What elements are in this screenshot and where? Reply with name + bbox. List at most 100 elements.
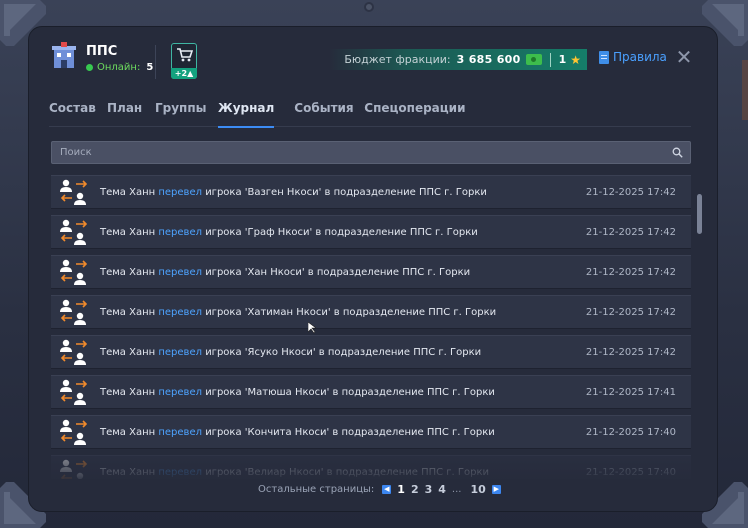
journal-details: игрока 'Вазген Нкоси' в подразделение ПП… bbox=[205, 187, 487, 198]
journal-message: Тема Ханн перевел игрока 'Матюша Нкоси' … bbox=[100, 387, 495, 398]
online-count: 5 bbox=[146, 62, 154, 73]
transfer-users-icon bbox=[59, 258, 89, 288]
journal-action: перевел bbox=[158, 227, 202, 238]
faction-level: 1 bbox=[558, 53, 567, 66]
journal-details: игрока 'Кончита Нкоси' в подразделение П… bbox=[205, 427, 495, 438]
tab-journal[interactable]: Журнал bbox=[218, 99, 275, 128]
journal-message: Тема Ханн перевел игрока 'Граф Нкоси' в … bbox=[100, 227, 478, 238]
page-4[interactable]: 4 bbox=[438, 483, 446, 496]
journal-message: Тема Ханн перевел игрока 'Ясуко Нкоси' в… bbox=[100, 347, 481, 358]
journal-actor: Тема Ханн bbox=[100, 307, 156, 318]
journal-message: Тема Ханн перевел игрока 'Вазген Нкоси' … bbox=[100, 187, 487, 198]
journal-actor: Тема Ханн bbox=[100, 467, 156, 478]
shop-badge-count: +2 bbox=[174, 69, 188, 78]
shop-badge: +2▲ bbox=[171, 68, 197, 79]
journal-timestamp: 21-12-2025 17:42 bbox=[585, 267, 676, 278]
document-icon bbox=[599, 50, 609, 64]
transfer-users-icon bbox=[59, 298, 89, 328]
prev-page-icon[interactable]: ◀ bbox=[382, 485, 392, 494]
online-dot-icon bbox=[86, 64, 93, 71]
journal-timestamp: 21-12-2025 17:42 bbox=[585, 187, 676, 198]
journal-actor: Тема Ханн bbox=[100, 427, 156, 438]
journal-row: Тема Ханн перевел игрока 'Хан Нкоси' в п… bbox=[51, 255, 691, 289]
money-icon bbox=[525, 54, 542, 65]
journal-details: игрока 'Хан Нкоси' в подразделение ППС г… bbox=[205, 267, 471, 278]
budget-value: 3 685 600 bbox=[456, 53, 521, 66]
transfer-users-icon bbox=[59, 378, 89, 408]
cart-icon bbox=[177, 48, 193, 62]
page-3[interactable]: 3 bbox=[425, 483, 433, 496]
close-button[interactable]: ✕ bbox=[675, 47, 693, 67]
tab-groups[interactable]: Группы bbox=[155, 99, 218, 127]
journal-timestamp: 21-12-2025 17:40 bbox=[585, 467, 676, 478]
journal-message: Тема Ханн перевел игрока 'Велиар Нкоси' … bbox=[100, 467, 489, 478]
journal-details: игрока 'Велиар Нкоси' в подразделение ПП… bbox=[205, 467, 489, 478]
journal-timestamp: 21-12-2025 17:42 bbox=[585, 347, 676, 358]
tab-special-ops[interactable]: Спецоперации bbox=[364, 99, 465, 127]
journal-row: Тема Ханн перевел игрока 'Кончита Нкоси'… bbox=[51, 415, 691, 449]
journal-details: игрока 'Хатиман Нкоси' в подразделение П… bbox=[205, 307, 497, 318]
transfer-users-icon bbox=[59, 178, 89, 208]
online-label: Онлайн: bbox=[97, 62, 141, 73]
journal-actor: Тема Ханн bbox=[100, 347, 156, 358]
page-last[interactable]: 10 bbox=[470, 483, 485, 496]
shop-button[interactable]: +2▲ bbox=[171, 43, 197, 79]
journal-row: Тема Ханн перевел игрока 'Граф Нкоси' в … bbox=[51, 215, 691, 249]
budget-divider bbox=[549, 52, 551, 67]
journal-actor: Тема Ханн bbox=[100, 387, 156, 398]
journal-action: перевел bbox=[158, 427, 202, 438]
transfer-users-icon bbox=[59, 458, 89, 479]
journal-row: Тема Ханн перевел игрока 'Вазген Нкоси' … bbox=[51, 175, 691, 209]
journal-action: перевел bbox=[158, 267, 202, 278]
journal-row: Тема Ханн перевел игрока 'Велиар Нкоси' … bbox=[51, 455, 691, 479]
background-edge bbox=[742, 60, 748, 120]
faction-name: ППС bbox=[86, 44, 118, 59]
tab-roster[interactable]: Состав bbox=[49, 99, 107, 127]
transfer-users-icon bbox=[59, 418, 89, 448]
faction-budget: Бюджет фракции: 3 685 600 1 ★ bbox=[329, 49, 587, 70]
tab-plan[interactable]: План bbox=[107, 99, 155, 127]
search-input[interactable] bbox=[60, 142, 660, 163]
building-icon bbox=[51, 42, 77, 70]
panel-header: ППС Онлайн: 5 +2▲ Бюджет фракции: 3 685 … bbox=[29, 27, 717, 97]
journal-row: Тема Ханн перевел игрока 'Матюша Нкоси' … bbox=[51, 375, 691, 409]
camera-icon bbox=[364, 2, 374, 12]
journal-actor: Тема Ханн bbox=[100, 267, 156, 278]
journal-message: Тема Ханн перевел игрока 'Хатиман Нкоси'… bbox=[100, 307, 496, 318]
tab-events[interactable]: События bbox=[294, 99, 364, 127]
journal-details: игрока 'Граф Нкоси' в подразделение ППС … bbox=[205, 227, 478, 238]
rules-link[interactable]: Правила bbox=[599, 50, 667, 64]
mouse-cursor-icon bbox=[308, 322, 316, 334]
journal-row: Тема Ханн перевел игрока 'Хатиман Нкоси'… bbox=[51, 295, 691, 329]
journal-message: Тема Ханн перевел игрока 'Хан Нкоси' в п… bbox=[100, 267, 470, 278]
journal-details: игрока 'Матюша Нкоси' в подразделение ПП… bbox=[205, 387, 495, 398]
rules-label: Правила bbox=[613, 50, 667, 64]
next-page-icon[interactable]: ▶ bbox=[491, 485, 501, 494]
transfer-users-icon bbox=[59, 218, 89, 248]
journal-actor: Тема Ханн bbox=[100, 227, 156, 238]
faction-panel: ППС Онлайн: 5 +2▲ Бюджет фракции: 3 685 … bbox=[28, 26, 718, 512]
journal-action: перевел bbox=[158, 187, 202, 198]
search-bar bbox=[51, 141, 691, 164]
scrollbar-thumb[interactable] bbox=[697, 194, 702, 234]
online-status: Онлайн: 5 bbox=[86, 62, 153, 73]
journal-timestamp: 21-12-2025 17:42 bbox=[585, 307, 676, 318]
journal-details: игрока 'Ясуко Нкоси' в подразделение ППС… bbox=[205, 347, 482, 358]
journal-timestamp: 21-12-2025 17:42 bbox=[585, 227, 676, 238]
pagination: Остальные страницы: ◀ 1 2 3 4 ... 10 ▶ bbox=[258, 483, 501, 496]
tab-bar: Состав План Группы Журнал События Спецоп… bbox=[49, 99, 691, 128]
budget-label: Бюджет фракции: bbox=[344, 53, 451, 66]
journal-row: Тема Ханн перевел игрока 'Ясуко Нкоси' в… bbox=[51, 335, 691, 369]
star-icon: ★ bbox=[570, 52, 581, 67]
journal-actor: Тема Ханн bbox=[100, 187, 156, 198]
search-icon[interactable] bbox=[672, 147, 683, 158]
journal-action: перевел bbox=[158, 347, 202, 358]
header-divider bbox=[155, 45, 156, 79]
transfer-users-icon bbox=[59, 338, 89, 368]
up-arrow-icon: ▲ bbox=[187, 69, 194, 78]
journal-timestamp: 21-12-2025 17:40 bbox=[585, 427, 676, 438]
pagination-label: Остальные страницы: bbox=[258, 484, 375, 495]
page-1[interactable]: 1 bbox=[397, 483, 405, 496]
journal-action: перевел bbox=[158, 387, 202, 398]
page-2[interactable]: 2 bbox=[411, 483, 419, 496]
